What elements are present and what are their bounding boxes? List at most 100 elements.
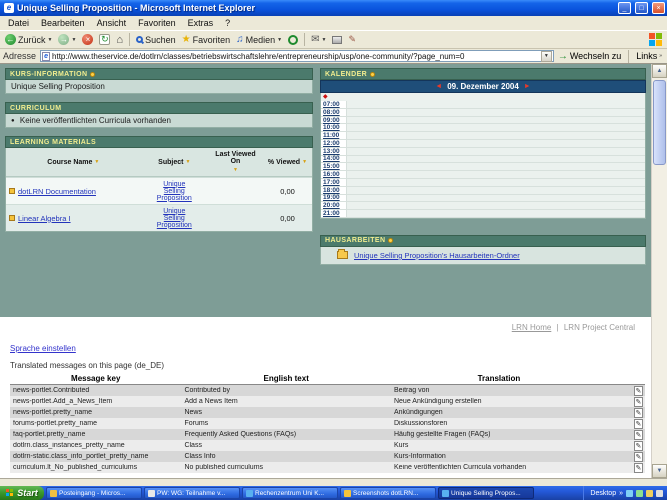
taskbar-button-usp-active[interactable]: Unique Selling Propos...	[438, 487, 534, 499]
calendar-time-link[interactable]: 09:00	[321, 117, 347, 124]
message-key-cell: news-portlet.Add_a_News_Item	[13, 398, 113, 405]
close-button[interactable]: ×	[652, 2, 665, 14]
edit-translation-icon[interactable]: ✎	[633, 451, 643, 462]
next-day-icon[interactable]: ►	[524, 83, 531, 90]
edit-translation-icon[interactable]: ✎	[633, 462, 643, 473]
translation-cell: Diskussionsforen	[393, 420, 448, 427]
tray-icon[interactable]	[636, 489, 643, 497]
tray-icon[interactable]	[646, 489, 653, 497]
refresh-button[interactable]: ↻	[96, 32, 113, 48]
address-dropdown-icon[interactable]: ▼	[540, 50, 552, 62]
course-link[interactable]: dotLRN Documentation	[18, 187, 96, 196]
maximize-button[interactable]: □	[635, 2, 648, 14]
tray-icon[interactable]	[656, 489, 663, 497]
message-key-cell: news-portlet.Contributed	[13, 387, 90, 394]
minimize-button[interactable]: _	[618, 2, 631, 14]
forward-dropdown-icon[interactable]: ▼	[71, 37, 76, 43]
stop-button[interactable]: ×	[79, 32, 96, 48]
taskbar-button-mail[interactable]: PW: WG: Teilnahme v...	[144, 487, 240, 499]
edit-translation-icon[interactable]: ✎	[633, 418, 643, 429]
calendar-time-link[interactable]: 08:00	[321, 109, 347, 116]
column-last-viewed[interactable]: Last Viewed On ▼	[208, 148, 263, 176]
set-language-link[interactable]: Sprache einstellen	[10, 344, 76, 353]
address-input[interactable]	[52, 51, 539, 61]
edit-translation-icon[interactable]: ✎	[633, 440, 643, 451]
history-button[interactable]	[285, 32, 301, 48]
vertical-scrollbar[interactable]: ▲ ▼	[651, 64, 667, 478]
column-subject[interactable]: Subject ▼	[141, 148, 208, 176]
calendar-time-link[interactable]: 20:00	[321, 202, 347, 209]
calendar-time-link[interactable]: 12:00	[321, 140, 347, 147]
column-pct-viewed[interactable]: % Viewed ▼	[263, 148, 312, 176]
calendar-time-link[interactable]: 15:00	[321, 163, 347, 170]
calendar-time-link[interactable]: 18:00	[321, 187, 347, 194]
table-row: news-portlet.Contributed Contributed by …	[10, 385, 645, 396]
homework-title: HAUSARBEITEN	[325, 237, 386, 245]
edit-translation-icon[interactable]: ✎	[633, 429, 643, 440]
sort-icon: ▼	[94, 159, 100, 165]
calendar-time-link[interactable]: 21:00	[321, 210, 347, 217]
course-link[interactable]: Linear Algebra I	[18, 214, 71, 223]
taskbar-button-screenshots[interactable]: Screenshots dotLRN...	[340, 487, 436, 499]
taskbar-button-outlook[interactable]: Posteingang - Micros...	[46, 487, 142, 499]
print-button[interactable]	[329, 32, 345, 48]
menu-extras[interactable]: Extras	[182, 17, 220, 29]
mail-button[interactable]: ✉ ▼	[308, 32, 329, 48]
scroll-down-icon[interactable]: ▼	[652, 464, 667, 478]
media-button[interactable]: ♫ Medien ▼	[233, 32, 285, 48]
start-button[interactable]: Start	[0, 486, 44, 500]
calendar-time-link[interactable]: 07:00	[321, 101, 347, 108]
menu-bearbeiten[interactable]: Bearbeiten	[35, 17, 91, 29]
translation-cell: Kurs	[393, 442, 409, 449]
menu-hilfe[interactable]: ?	[219, 17, 236, 29]
menu-favoriten[interactable]: Favoriten	[132, 17, 182, 29]
edit-translation-icon[interactable]: ✎	[633, 385, 643, 396]
column-course-name[interactable]: Course Name ▼	[6, 148, 141, 176]
task-buttons: Posteingang - Micros... PW: WG: Teilnahm…	[44, 486, 583, 500]
portlet-options-icon[interactable]	[90, 71, 96, 77]
learning-materials-table: Course Name ▼ Subject ▼ Last Viewed On ▼	[5, 148, 313, 232]
edit-translation-icon[interactable]: ✎	[633, 396, 643, 407]
english-text-cell: Class	[184, 442, 202, 449]
calendar-time-link[interactable]: 10:00	[321, 124, 347, 131]
search-button[interactable]: Suchen	[133, 32, 179, 48]
portlet-options-icon[interactable]	[370, 71, 376, 77]
tray-icon[interactable]	[626, 489, 633, 497]
scroll-up-icon[interactable]: ▲	[652, 64, 667, 78]
prev-day-icon[interactable]: ◄	[435, 83, 442, 90]
calendar-time-link[interactable]: 11:00	[321, 132, 347, 139]
media-dropdown-icon[interactable]: ▼	[277, 37, 282, 43]
english-text-cell: Forums	[184, 420, 209, 427]
lrn-home-link[interactable]: LRN Home	[512, 323, 552, 332]
actions-cell: ✎	[607, 451, 645, 462]
lrn-project-central-link[interactable]: LRN Project Central	[564, 323, 635, 332]
scrollbar-thumb[interactable]	[653, 80, 666, 165]
desktop-chevron-icon[interactable]: »	[619, 490, 623, 497]
edit-button[interactable]: ✎	[345, 32, 359, 48]
calendar-time-link[interactable]: 14:00	[321, 155, 347, 162]
favorites-button[interactable]: ★ Favoriten	[179, 32, 234, 48]
portlet-options-icon[interactable]	[388, 238, 394, 244]
scrollbar-track[interactable]	[652, 78, 667, 464]
menu-ansicht[interactable]: Ansicht	[91, 17, 133, 29]
go-button[interactable]: → Wechseln zu	[558, 51, 621, 62]
mail-dropdown-icon[interactable]: ▼	[321, 37, 326, 43]
desktop-toolbar-label[interactable]: Desktop	[590, 490, 616, 497]
calendar-time-link[interactable]: 16:00	[321, 171, 347, 178]
taskbar-button-rechenzentrum[interactable]: Rechenzentrum Uni K...	[242, 487, 338, 499]
links-toolbar[interactable]: Links »	[636, 51, 664, 61]
back-dropdown-icon[interactable]: ▼	[48, 37, 53, 43]
favorites-star-icon: ★	[181, 34, 191, 45]
calendar-time-link[interactable]: 17:00	[321, 179, 347, 186]
forward-button[interactable]: → ▼	[55, 32, 79, 48]
edit-translation-icon[interactable]: ✎	[633, 407, 643, 418]
subject-link[interactable]: Unique Selling Proposition	[152, 181, 196, 202]
home-button[interactable]: ⌂	[113, 32, 126, 48]
calendar-time-link[interactable]: 13:00	[321, 148, 347, 155]
table-row: news-portlet.Add_a_News_Item Add a News …	[10, 396, 645, 407]
homework-folder-link[interactable]: Unique Selling Proposition's Hausarbeite…	[354, 251, 520, 260]
calendar-time-link[interactable]: 19:00	[321, 194, 347, 201]
menu-datei[interactable]: Datei	[2, 17, 35, 29]
back-button[interactable]: ← Zurück ▼	[2, 32, 55, 48]
subject-link[interactable]: Unique Selling Proposition	[152, 208, 196, 229]
